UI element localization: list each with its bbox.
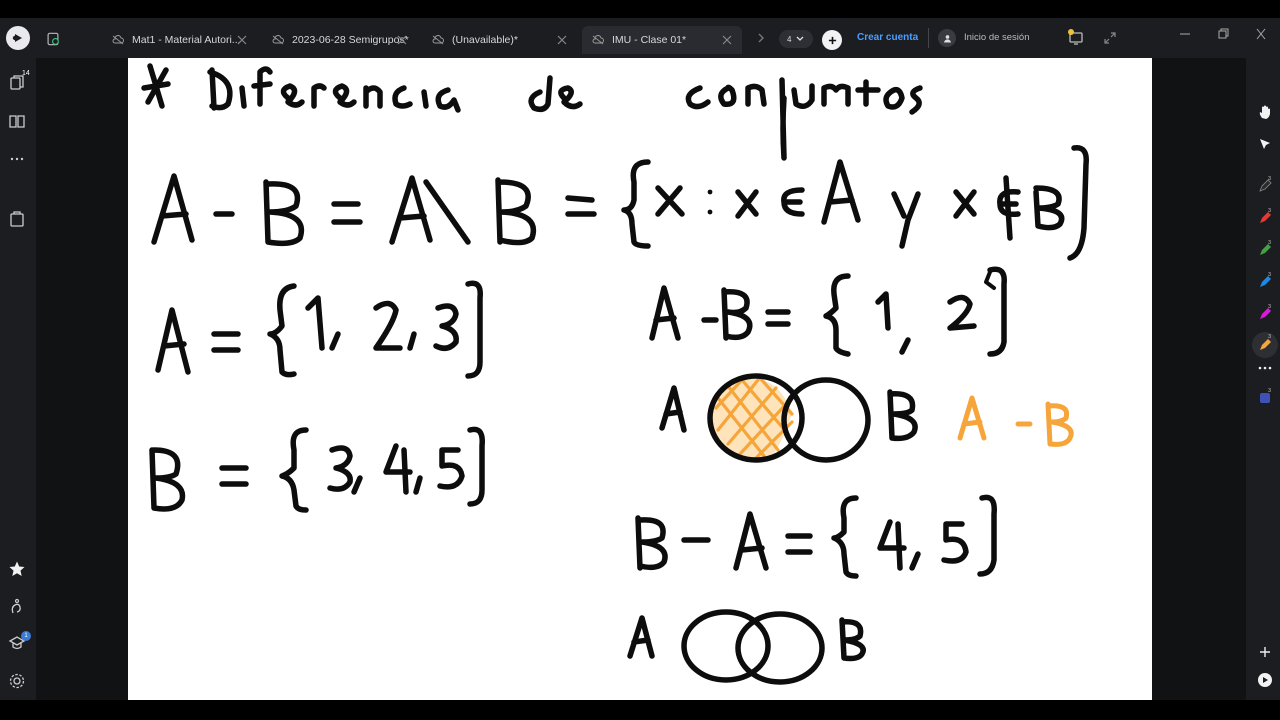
venn-diagram-b-minus-a: [627, 609, 866, 685]
notification-badge: 1: [21, 631, 31, 641]
top-letterbox: [0, 0, 1280, 18]
add-icon[interactable]: [1257, 644, 1273, 660]
book-icon[interactable]: [8, 112, 26, 130]
page-count-dropdown[interactable]: 4: [779, 30, 813, 48]
cloud-off-icon: [432, 35, 444, 45]
pages-badge: 14: [22, 70, 30, 77]
plus-icon: [828, 36, 836, 44]
login-link[interactable]: Inicio de sesión: [964, 32, 1029, 43]
sync-icon[interactable]: [42, 28, 64, 50]
tab-label: (Unavailable)*: [452, 34, 518, 46]
tool-size: 3: [1268, 304, 1272, 310]
page-count-value: 4: [787, 34, 792, 44]
star-icon[interactable]: [8, 560, 26, 578]
hand-icon[interactable]: [1257, 104, 1273, 120]
tool-size: 3: [1268, 240, 1272, 246]
gear-icon[interactable]: [8, 672, 26, 690]
tool-size: 3: [1268, 388, 1272, 394]
set-a-handwriting: [155, 280, 483, 379]
tab-label: Mat1 - Material Autori...: [132, 34, 241, 46]
tool-size: 3: [1268, 272, 1272, 278]
pointer-icon[interactable]: [1257, 136, 1273, 152]
tab-label: 2023-06-28 Semigrupos*: [292, 34, 409, 46]
bottom-letterbox: [0, 700, 1280, 720]
tab-2[interactable]: (Unavailable)*: [422, 26, 577, 54]
add-page-button[interactable]: [822, 30, 842, 50]
definition-handwriting: [151, 145, 1089, 261]
divider: [928, 28, 929, 48]
expand-icon[interactable]: [1103, 31, 1117, 45]
gesture-icon[interactable]: [8, 598, 26, 616]
close-window-icon[interactable]: [1252, 27, 1270, 41]
tab-label: IMU - Clase 01*: [612, 34, 687, 46]
tool-size: 3: [1268, 176, 1272, 182]
close-icon[interactable]: [722, 35, 732, 45]
chevron-down-icon: [796, 36, 804, 41]
app-logo-icon[interactable]: [6, 26, 30, 50]
tool-size: 3: [1268, 208, 1272, 214]
whiteboard-canvas[interactable]: [128, 58, 1152, 700]
user-icon: [943, 34, 951, 43]
title-bar: Mat1 - Material Autori... 2023-06-28 Sem…: [0, 18, 1280, 58]
right-toolbar: [1246, 58, 1280, 700]
app-window: Mat1 - Material Autori... 2023-06-28 Sem…: [0, 0, 1280, 720]
close-icon[interactable]: [557, 35, 567, 45]
tab-0[interactable]: Mat1 - Material Autori...: [102, 26, 257, 54]
more-icon[interactable]: [1257, 360, 1273, 376]
right-margin: [1152, 58, 1246, 700]
clipboard-icon[interactable]: [8, 210, 26, 228]
close-icon[interactable]: [397, 35, 407, 45]
tab-1[interactable]: 2023-06-28 Semigrupos*: [262, 26, 417, 54]
handwriting-layer: [141, 63, 1089, 685]
restore-icon[interactable]: [1214, 27, 1232, 41]
title-handwriting: [141, 63, 923, 161]
tool-size: 3: [1268, 334, 1272, 340]
more-icon[interactable]: [8, 150, 26, 168]
cloud-off-icon: [112, 35, 124, 45]
avatar[interactable]: [938, 29, 956, 47]
cloud-off-icon: [592, 35, 604, 45]
monitor-notification-icon[interactable]: [1066, 27, 1086, 47]
tab-3[interactable]: IMU - Clase 01*: [582, 26, 742, 54]
venn-diagram-a-minus-b: [659, 373, 1074, 463]
minimize-icon[interactable]: [1176, 27, 1194, 41]
left-margin: [36, 58, 128, 700]
cloud-off-icon: [272, 35, 284, 45]
chevron-right-icon[interactable]: [754, 30, 768, 46]
a-minus-b-result-handwriting: [649, 266, 1007, 357]
b-minus-a-result-handwriting: [635, 494, 997, 579]
play-icon[interactable]: [1257, 672, 1273, 688]
set-b-handwriting: [149, 426, 485, 513]
close-icon[interactable]: [237, 35, 247, 45]
create-account-link[interactable]: Crear cuenta: [857, 32, 918, 43]
